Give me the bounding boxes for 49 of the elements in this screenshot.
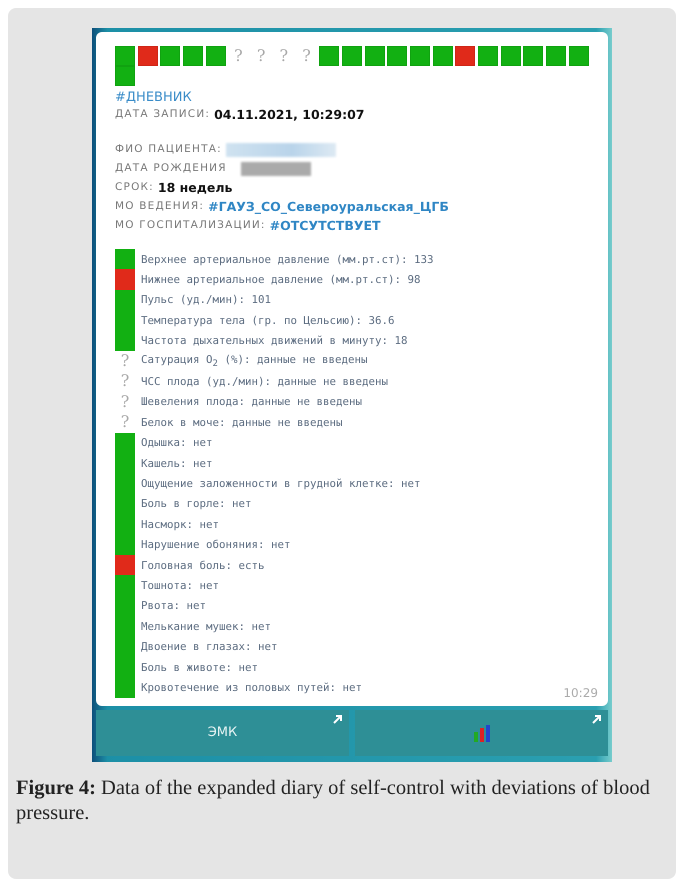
field-label: ДАТА РОЖДЕНИЯ <box>115 161 227 176</box>
hashtag-link[interactable]: #ОТСУТСТВУЕТ <box>270 216 381 235</box>
indicator-text: Температура тела (гр. по Цельсию): 36.6 <box>141 314 395 327</box>
arrow-icon <box>592 714 602 724</box>
arrow-icon <box>333 714 343 724</box>
redaction-block <box>240 162 311 176</box>
indicator-text: Насморк: нет <box>141 518 220 531</box>
field-label: МО ГОСПИТАЛИЗАЦИИ: <box>115 218 266 233</box>
question-mark: ? <box>301 46 312 66</box>
chart-button[interactable] <box>355 710 608 756</box>
indicator-text: Одышка: нет <box>141 436 213 450</box>
message-time: 10:29 <box>563 686 598 700</box>
indicator-text: Боль в горле: нет <box>141 497 252 510</box>
indicator-text: Мелькание мушек: нет <box>141 620 272 633</box>
field-label: СРОК: <box>115 180 154 195</box>
indicator-text: Шевеления плода: данные не введены <box>141 395 362 408</box>
indicator-text: Белок в моче: данные не введены <box>141 416 343 429</box>
indicator-text: Двоение в глазах: нет <box>141 640 278 654</box>
field-value: 18 недель <box>158 179 232 197</box>
bar-chart-icon <box>472 724 490 742</box>
emk-button[interactable]: ЭМК <box>96 710 349 756</box>
indicator-text: Кашель: нет <box>141 456 213 470</box>
question-mark: ? <box>233 46 244 66</box>
question-mark: ? <box>256 46 266 66</box>
indicator-text: Нижнее артериальное давление (мм.рт.ст): 98 <box>141 273 421 286</box>
indicator-text: Пульс (уд./мин): 101 <box>141 293 272 306</box>
indicator-text: Головная боль: есть <box>141 558 265 572</box>
indicator-text: Рвота: нет <box>141 599 206 612</box>
question-mark: ? <box>120 412 130 433</box>
field-label: ДАТА ЗАПИСИ: <box>115 107 210 122</box>
indicator-text: Кровотечение из половых путей: нет <box>141 680 362 694</box>
question-mark: ? <box>120 392 130 412</box>
hashtag-link[interactable]: #ДНЕВНИК <box>115 90 192 105</box>
indicator-text: Частота дыхательных движений в минуту: 18 <box>141 334 408 348</box>
field-value: 04.11.2021, 10:29:07 <box>214 106 364 124</box>
indicator-text: Тошнота: нет <box>141 578 220 592</box>
indicator-text: Ощущение заложенности в грудной клетке: нет <box>141 476 421 490</box>
question-mark: ? <box>278 46 290 66</box>
field-label: ФИО ПАЦИЕНТА: <box>115 142 222 157</box>
indicator-text: Боль в животе: нет <box>141 660 258 674</box>
question-mark: ? <box>120 371 130 392</box>
field-label: МО ВЕДЕНИЯ: <box>115 199 204 214</box>
figure-caption: Figure 4: Data of the expanded diary of self-control with deviations of blood pressure. <box>16 776 651 826</box>
indicator-text: Верхнее артериальное давление (мм.рт.ст): 133 <box>141 252 434 266</box>
indicator-text: Нарушение обоняния: нет <box>141 538 291 552</box>
indicator-text: Сатурация O$_{2}$ (%): данные не введены <box>141 353 368 370</box>
indicator-text: ЧСС плода (уд./мин): данные не введены <box>141 375 388 388</box>
question-mark: ? <box>120 350 130 372</box>
hashtag-link[interactable]: #ГАУЗ_СО_Североуральская_ЦГБ <box>208 197 449 216</box>
